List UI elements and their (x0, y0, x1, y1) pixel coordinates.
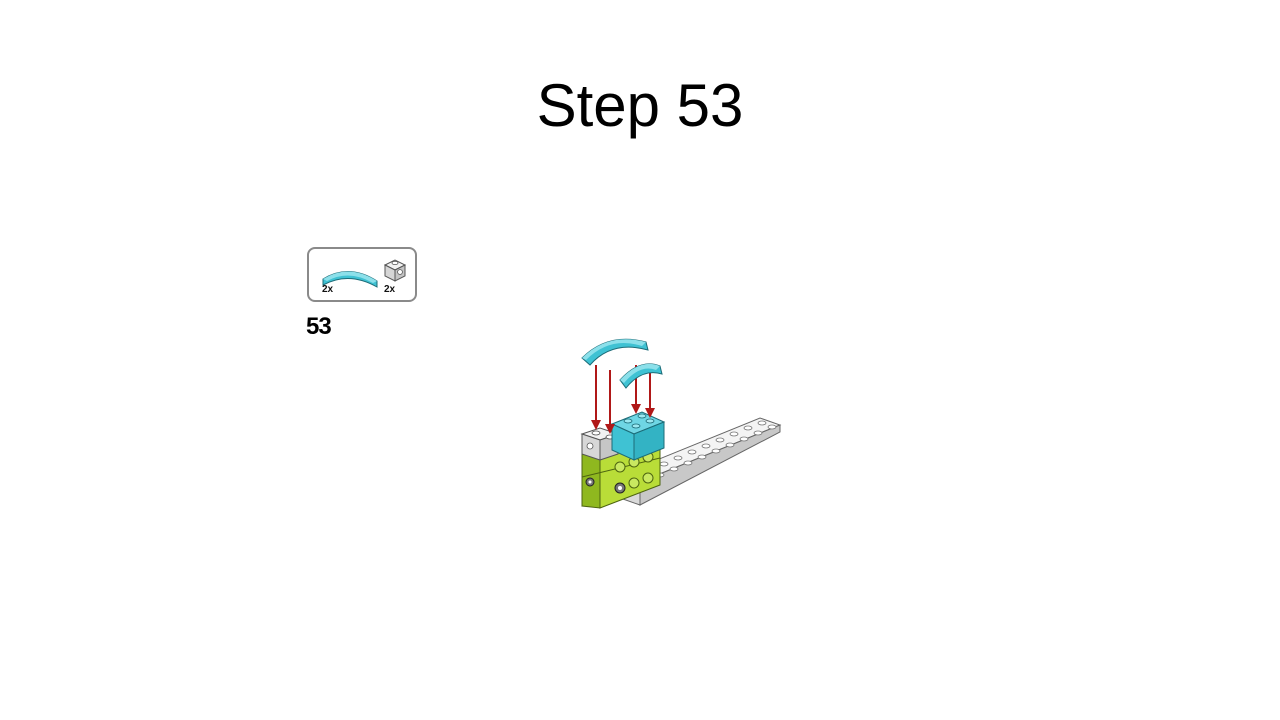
brick-1x1-quantity: 2x (384, 284, 396, 295)
parts-list-callout: 2x 2x (307, 247, 417, 302)
curved-slope-quantity: 2x (322, 284, 334, 295)
slide-title: Step 53 (536, 72, 744, 139)
lego-model-illustration (580, 338, 782, 509)
curved-slope-lower (619, 363, 663, 389)
brick-1x1-part-icon (383, 259, 407, 282)
step-number: 53 (306, 313, 332, 340)
curved-slope-upper (581, 338, 649, 366)
